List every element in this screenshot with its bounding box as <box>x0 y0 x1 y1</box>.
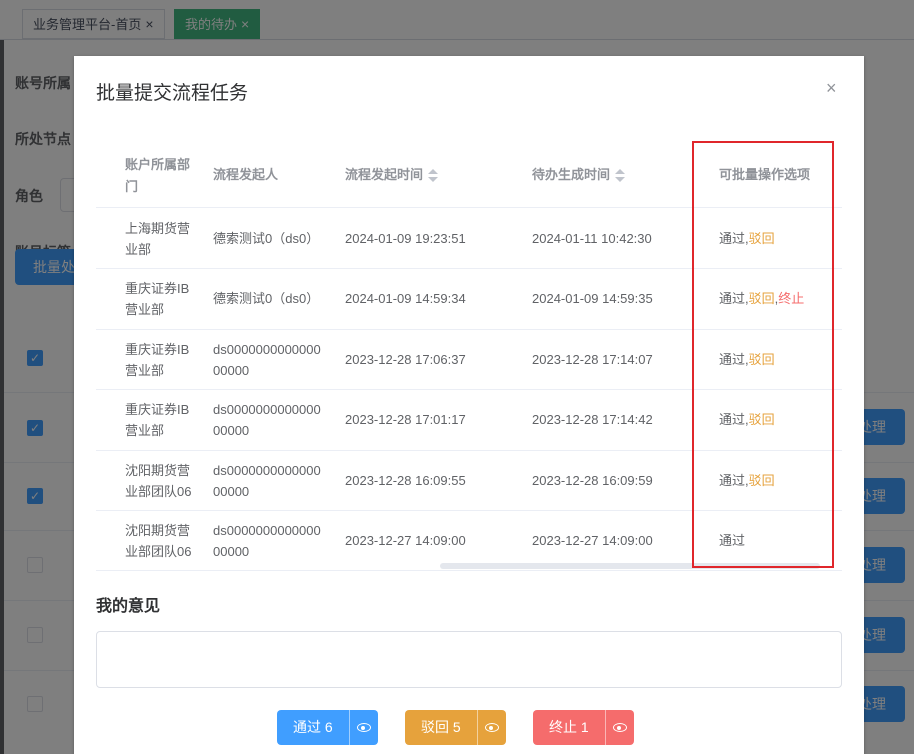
cell-dept: 重庆证券IB 营业部 <box>125 278 189 320</box>
pass-button[interactable]: 通过 6 <box>277 710 350 745</box>
cell-dept: 沈阳期货营业部团队06 <box>125 460 191 502</box>
cell-dept: 上海期货营 业部 <box>125 218 190 260</box>
reject-preview-button[interactable] <box>478 710 506 745</box>
cell-initiator: ds0000000000000 00000 <box>213 339 321 381</box>
left-edge <box>0 40 4 754</box>
eye-icon <box>612 723 627 732</box>
cell-initiator-line: ds0000000000000 <box>213 462 321 478</box>
cell-initiator: 德索测试0（ds0） <box>213 228 319 249</box>
cell-dept-line: 营业部 <box>125 362 165 378</box>
cell-initiator-line: 00000 <box>213 423 250 439</box>
column-header-start-time-label: 流程发起时间 <box>345 167 424 182</box>
cell-created-time: 2024-01-09 14:59:35 <box>532 291 653 307</box>
cell-start-time: 2023-12-28 16:09:55 <box>345 472 466 488</box>
cell-initiator: ds0000000000000 00000 <box>213 520 321 562</box>
cell-dept: 重庆证券IB 营业部 <box>125 399 189 441</box>
cell-created-time: 2023-12-28 17:14:07 <box>532 351 653 367</box>
cell-initiator-line: 德索测试0（ds0） <box>213 231 320 246</box>
highlight-box <box>692 141 834 568</box>
eye-icon <box>356 723 371 732</box>
cell-initiator: ds0000000000000 00000 <box>213 460 321 502</box>
cell-start-time: 2023-12-27 14:09:00 <box>345 533 466 548</box>
cell-dept-line: 营业部 <box>125 302 165 318</box>
cell-dept: 沈阳期货营业部团队06 <box>125 520 191 562</box>
cell-dept-line: 重庆证券IB <box>125 341 190 357</box>
cell-dept-line: 重庆证券IB <box>125 402 190 418</box>
cell-start-time: 2023-12-28 17:06:37 <box>345 351 466 367</box>
cell-dept: 重庆证券IB 营业部 <box>125 339 189 381</box>
cell-initiator-line: 00000 <box>213 544 250 559</box>
cell-initiator-line: 00000 <box>213 362 250 378</box>
cell-created-time: 2023-12-28 16:09:59 <box>532 472 653 488</box>
cell-initiator-line: 德索测试0（ds0） <box>213 291 320 307</box>
batch-submit-dialog: 批量提交流程任务 × 账户所属部门 流程发起人 流程发起时间 待办生成时间 可批… <box>74 56 864 754</box>
reject-button[interactable]: 驳回 5 <box>405 710 478 745</box>
sort-icon[interactable] <box>615 168 626 183</box>
dialog-title: 批量提交流程任务 <box>96 83 249 104</box>
column-header-created-time[interactable]: 待办生成时间 <box>532 164 626 186</box>
cell-initiator: 德索测试0（ds0） <box>213 288 319 309</box>
cell-dept-line: 上海期货营 <box>125 221 191 236</box>
cell-start-time: 2024-01-09 14:59:34 <box>345 291 466 307</box>
column-header-start-time[interactable]: 流程发起时间 <box>345 164 439 186</box>
cell-created-time: 2023-12-28 17:14:42 <box>532 412 653 428</box>
cell-dept-line: 业部团队06 <box>125 483 192 499</box>
sort-icon[interactable] <box>428 168 439 183</box>
reject-button-group: 驳回 5 <box>405 710 506 745</box>
opinion-label: 我的意见 <box>96 598 161 615</box>
column-header-created-time-label: 待办生成时间 <box>532 167 611 182</box>
cell-initiator: ds0000000000000 00000 <box>213 399 321 441</box>
column-header-dept: 账户所属部门 <box>125 157 191 194</box>
cell-initiator-line: ds0000000000000 <box>213 341 321 357</box>
cell-dept-line: 沈阳期货营 <box>125 462 191 478</box>
cell-dept-line: 业部团队06 <box>125 544 192 559</box>
cell-created-time: 2024-01-11 10:42:30 <box>532 231 652 246</box>
close-icon[interactable]: × <box>826 78 837 98</box>
cell-dept-line: 重庆证券IB <box>125 281 190 297</box>
cell-initiator-line: ds0000000000000 <box>213 402 321 418</box>
eye-icon <box>484 723 499 732</box>
cell-initiator-line: ds0000000000000 <box>213 523 321 538</box>
column-header-initiator: 流程发起人 <box>213 167 279 182</box>
terminate-button-group: 终止 1 <box>533 710 634 745</box>
terminate-button[interactable]: 终止 1 <box>533 710 606 745</box>
terminate-preview-button[interactable] <box>606 710 634 745</box>
cell-start-time: 2024-01-09 19:23:51 <box>345 231 466 246</box>
cell-created-time: 2023-12-27 14:09:00 <box>532 533 653 548</box>
cell-dept-line: 业部 <box>125 242 152 257</box>
cell-dept-line: 营业部 <box>125 423 165 439</box>
opinion-input[interactable] <box>96 631 842 688</box>
cell-dept-line: 沈阳期货营 <box>125 523 191 538</box>
pass-preview-button[interactable] <box>350 710 378 745</box>
cell-start-time: 2023-12-28 17:01:17 <box>345 412 466 428</box>
cell-initiator-line: 00000 <box>213 483 250 499</box>
pass-button-group: 通过 6 <box>277 710 378 745</box>
